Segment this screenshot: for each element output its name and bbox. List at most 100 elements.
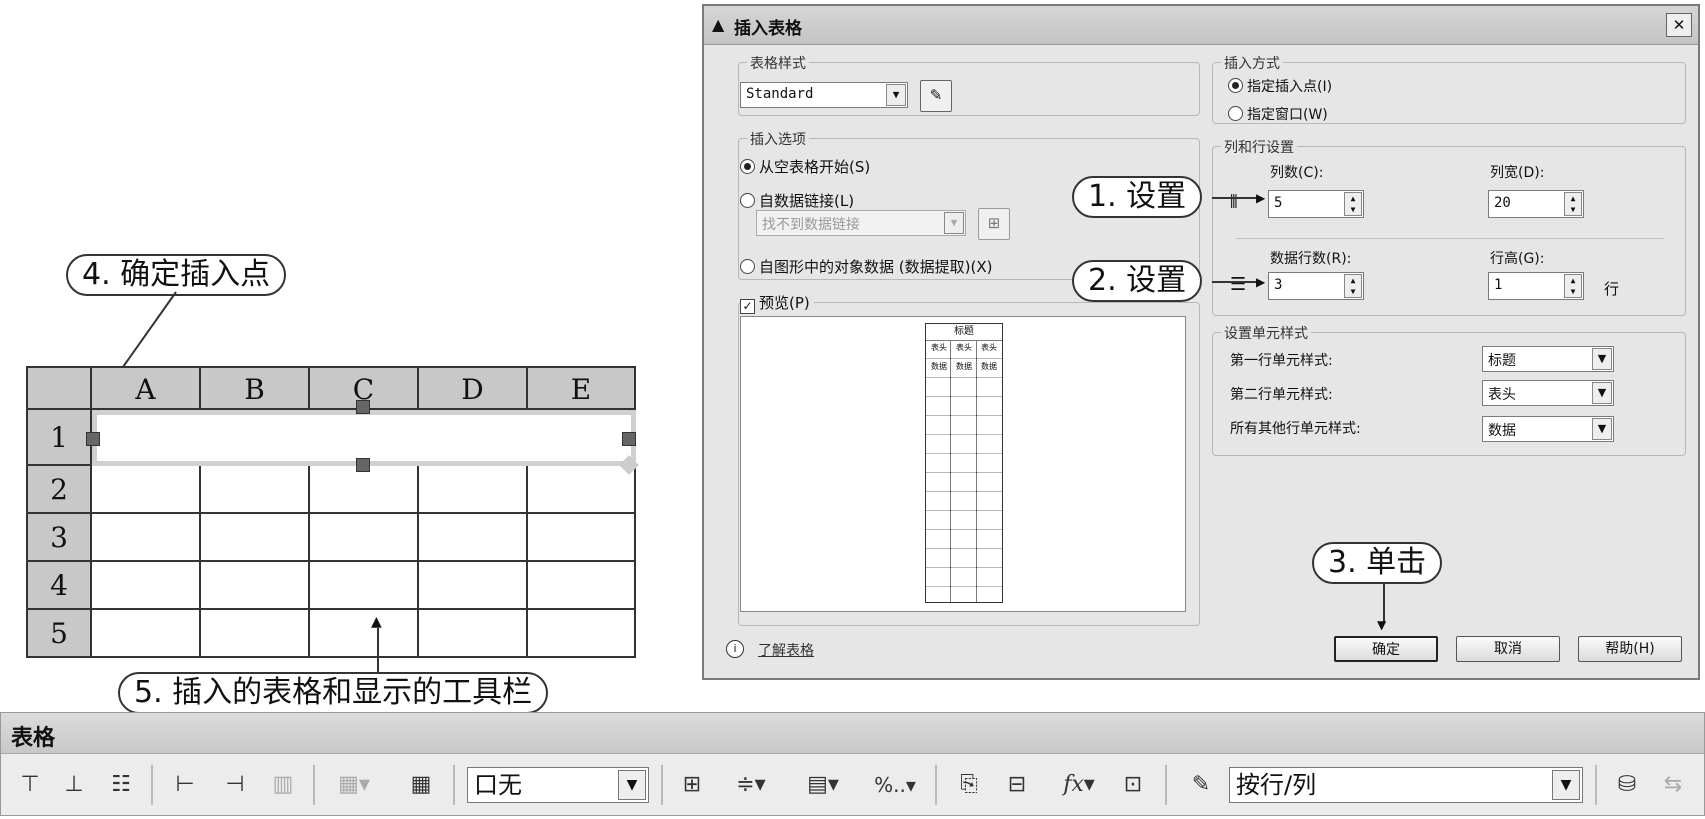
callout-arrow — [1212, 281, 1262, 283]
callout-step-2: 2. 设置 — [1072, 260, 1203, 302]
delete-row-icon[interactable]: ☷ — [101, 767, 141, 803]
table-style-select[interactable]: Standard ▼ — [740, 82, 908, 108]
toolbar-separator — [1595, 765, 1597, 805]
insert-field-icon[interactable]: ⊟ — [997, 767, 1037, 803]
checkmark-icon: ✓ — [740, 299, 755, 314]
column-header-a: A — [92, 366, 201, 410]
data-rows-value: 3 — [1274, 277, 1283, 293]
insert-row-below-icon[interactable]: ⊥ — [57, 767, 91, 803]
grip-handle[interactable] — [622, 432, 636, 446]
other-rows-style-select[interactable]: 数据 ▼ — [1482, 416, 1614, 442]
radio-objects-label: 自图形中的对象数据 (数据提取)(X) — [759, 258, 993, 276]
other-rows-style-label: 所有其他行单元样式: — [1230, 421, 1361, 437]
arrow-right-icon: ▶ — [1256, 191, 1266, 205]
insert-column-right-icon[interactable]: ⊣ — [215, 767, 255, 803]
first-row-style-label: 第一行单元样式: — [1230, 353, 1333, 369]
table-body-grid[interactable] — [92, 466, 636, 658]
callout-arrow — [377, 628, 379, 672]
callout-arrow — [1212, 197, 1262, 199]
insert-method-label: 插入方式 — [1221, 53, 1283, 73]
match-cell-icon[interactable]: ✎ — [1181, 767, 1221, 803]
help-button[interactable]: 帮助(H) — [1578, 636, 1682, 662]
column-header-b: B — [201, 366, 310, 410]
preview-table: 标题 表头 表头 表头 数据 数据 数据 — [925, 323, 1003, 603]
datalink-placeholder: 找不到数据链接 — [762, 217, 860, 233]
spinner-icon[interactable]: ▲ ▼ — [1564, 192, 1582, 216]
datalink-select[interactable]: 找不到数据链接 ▼ — [756, 210, 966, 236]
first-row-style-value: 标题 — [1488, 353, 1516, 369]
radio-datalink[interactable]: 自数据链接(L) — [740, 190, 854, 211]
merge-cells-icon[interactable]: ▦▾ — [329, 767, 379, 803]
column-header-e: E — [528, 366, 636, 410]
toolbar-separator — [1165, 765, 1167, 805]
unmerge-cells-icon[interactable]: ▦ — [401, 767, 441, 803]
link-cell-icon[interactable]: ⛁ — [1607, 767, 1647, 803]
column-width-label: 列宽(D): — [1490, 165, 1545, 181]
formula-icon[interactable]: fx▾ — [1049, 767, 1109, 803]
cancel-button[interactable]: 取消 — [1456, 636, 1560, 662]
row-height-input[interactable]: 1 ▲ ▼ — [1488, 272, 1584, 300]
data-format-icon[interactable]: %..▾ — [865, 767, 925, 803]
app-icon: ▲ — [712, 15, 725, 34]
insert-options-label: 插入选项 — [747, 129, 809, 149]
preview-data-cell: 数据 — [956, 362, 972, 371]
chevron-down-icon: ▼ — [886, 84, 906, 106]
divider — [1236, 238, 1664, 239]
data-rows-input[interactable]: 3 ▲ ▼ — [1268, 272, 1364, 300]
toolbar-separator — [313, 765, 315, 805]
row-header-3: 3 — [26, 514, 92, 562]
chevron-down-icon: ▼ — [1592, 418, 1612, 440]
radio-point-label: 指定插入点(I) — [1247, 79, 1333, 95]
radio-insertion-point[interactable]: 指定插入点(I) — [1228, 76, 1332, 96]
grip-handle[interactable] — [356, 400, 370, 414]
row-header-1: 1 — [26, 410, 92, 466]
learn-tables-link[interactable]: 了解表格 — [758, 640, 814, 660]
chevron-down-icon: ▼ — [1592, 382, 1612, 404]
spinner-icon[interactable]: ▲ ▼ — [1344, 192, 1362, 216]
cell-order-select[interactable]: 按行/列 ▼ — [1229, 767, 1583, 803]
cell-borders-icon[interactable]: ⊞ — [675, 767, 709, 803]
radio-object-data[interactable]: 自图形中的对象数据 (数据提取)(X) — [740, 256, 992, 277]
row-header-5: 5 — [26, 610, 92, 658]
columns-label: 列数(C): — [1270, 165, 1324, 181]
cell-locking-icon[interactable]: ▤▾ — [793, 767, 853, 803]
insert-block-icon[interactable]: ⎘ — [949, 767, 989, 803]
arrow-up-icon: ▲ — [371, 614, 382, 630]
spinner-icon[interactable]: ▲ ▼ — [1344, 274, 1362, 298]
radio-datalink-label: 自数据链接(L) — [759, 192, 855, 210]
delete-column-icon[interactable]: ▥ — [263, 767, 303, 803]
radio-empty-table[interactable]: 从空表格开始(S) — [740, 156, 870, 177]
column-width-input[interactable]: 20 ▲ ▼ — [1488, 190, 1584, 218]
insert-table-dialog: ▲ 插入表格 ✕ 表格样式 Standard ▼ ✎ 插入选项 从空表格开始(S… — [702, 4, 1700, 680]
download-changes-icon[interactable]: ⇆ — [1653, 767, 1693, 803]
preview-header-cell: 表头 — [956, 343, 972, 352]
chevron-down-icon: ▼ — [944, 212, 964, 234]
radio-selected-icon — [740, 159, 755, 174]
first-row-style-select[interactable]: 标题 ▼ — [1482, 346, 1614, 372]
grip-handle[interactable] — [356, 458, 370, 472]
insert-column-left-icon[interactable]: ⊢ — [165, 767, 205, 803]
radio-window[interactable]: 指定窗口(W) — [1228, 104, 1328, 124]
columns-input[interactable]: 5 ▲ ▼ — [1268, 190, 1364, 218]
toolbar-title: 表格 — [11, 726, 56, 751]
toolbar-separator — [935, 765, 937, 805]
edit-icon: ✎ — [929, 86, 943, 104]
spinner-icon[interactable]: ▲ ▼ — [1564, 274, 1582, 298]
second-row-style-select[interactable]: 表头 ▼ — [1482, 380, 1614, 406]
arrow-right-icon: ▶ — [1256, 275, 1266, 289]
preview-checkbox[interactable]: ✓ 预览(P) — [740, 292, 814, 314]
second-row-style-value: 表头 — [1488, 387, 1516, 403]
table-style-edit-button[interactable]: ✎ — [920, 80, 952, 112]
manage-cell-content-icon[interactable]: ⊡ — [1113, 767, 1153, 803]
radio-icon — [740, 193, 755, 208]
preview-data-cell: 数据 — [931, 362, 947, 371]
cell-border-select[interactable]: 口无 ▼ — [467, 767, 649, 803]
alignment-icon[interactable]: ≑▾ — [721, 767, 781, 803]
preview-title-cell: 标题 — [926, 324, 1002, 341]
insert-row-above-icon[interactable]: ⊤ — [13, 767, 47, 803]
ok-button[interactable]: 确定 — [1334, 636, 1438, 662]
grip-handle[interactable] — [86, 432, 100, 446]
close-button[interactable]: ✕ — [1666, 13, 1692, 37]
row-header-2: 2 — [26, 466, 92, 514]
datalink-manager-button[interactable]: ⊞ — [978, 208, 1010, 240]
